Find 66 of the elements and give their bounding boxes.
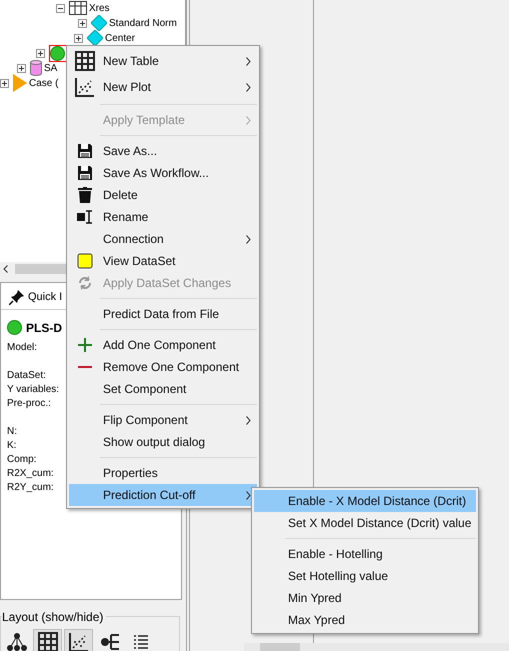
plus-icon bbox=[78, 338, 92, 352]
menu-item[interactable]: New Table bbox=[69, 48, 257, 74]
menu-item[interactable]: New Plot bbox=[69, 74, 257, 100]
network-icon bbox=[6, 632, 26, 651]
expand-icon[interactable] bbox=[17, 64, 26, 72]
list-icon bbox=[134, 635, 148, 649]
menu-item[interactable]: Connection bbox=[69, 228, 257, 250]
tree-node-label[interactable]: Standard Norm bbox=[109, 16, 177, 30]
menu-item[interactable]: Min Ypred bbox=[254, 587, 476, 609]
menu-item[interactable]: Predict Data from File bbox=[69, 303, 257, 325]
tree-node-label[interactable]: Xres bbox=[89, 0, 110, 16]
tree-node-label[interactable]: Center bbox=[105, 30, 136, 46]
diamond-icon bbox=[91, 15, 107, 31]
expand-icon[interactable] bbox=[36, 48, 45, 58]
expand-icon[interactable] bbox=[78, 18, 87, 28]
field-label: R2Y_cum: bbox=[7, 480, 54, 494]
layout-toggle-button[interactable] bbox=[33, 629, 62, 651]
trash-icon bbox=[78, 187, 92, 203]
tree-node-label[interactable]: Case ( bbox=[29, 76, 58, 90]
menu-item[interactable]: Add One Component bbox=[69, 334, 257, 356]
square-icon bbox=[77, 253, 93, 269]
layout-toggle-button[interactable] bbox=[64, 629, 93, 651]
menu-item[interactable]: Enable - X Model Distance (Dcrit) bbox=[254, 490, 476, 512]
triangle-icon bbox=[13, 74, 27, 92]
grid-icon bbox=[75, 51, 95, 71]
field-label: DataSet: bbox=[7, 368, 46, 382]
menu-item[interactable]: View DataSet bbox=[69, 250, 257, 272]
menu-item[interactable]: Set X Model Distance (Dcrit) value bbox=[254, 512, 476, 534]
field-label: Pre-proc.: bbox=[7, 396, 51, 410]
model-name: PLS-D bbox=[26, 320, 62, 336]
menu-item[interactable]: Prediction Cut-off bbox=[69, 484, 257, 506]
circle-icon bbox=[7, 320, 22, 335]
menu-item[interactable]: Rename bbox=[69, 206, 257, 228]
cylinder-icon bbox=[30, 60, 42, 76]
menu-item[interactable]: Set Hotelling value bbox=[254, 565, 476, 587]
menu-item[interactable]: Save As Workflow... bbox=[69, 162, 257, 184]
menu-item[interactable]: Remove One Component bbox=[69, 356, 257, 378]
menu-item[interactable]: Save As... bbox=[69, 140, 257, 162]
tree-node-label[interactable]: SA bbox=[44, 60, 58, 76]
menu-item[interactable]: Properties bbox=[69, 462, 257, 484]
expand-icon[interactable] bbox=[0, 78, 9, 88]
menu-item[interactable]: Show output dialog bbox=[69, 431, 257, 453]
menu-item[interactable]: Max Ypred bbox=[254, 609, 476, 631]
hierarchy-icon bbox=[100, 633, 120, 651]
field-label: Model: bbox=[7, 340, 38, 354]
rename-cursor-icon bbox=[77, 209, 93, 225]
refresh-icon bbox=[77, 275, 93, 291]
field-label: Y variables: bbox=[7, 382, 60, 396]
menu-item[interactable]: Set Component bbox=[69, 378, 257, 400]
expand-icon[interactable] bbox=[74, 34, 83, 42]
grid-icon bbox=[38, 632, 58, 651]
field-label: Comp: bbox=[7, 452, 36, 466]
menu-item[interactable]: Delete bbox=[69, 184, 257, 206]
field-label: R2X_cum: bbox=[7, 466, 54, 480]
scatter-plot-icon bbox=[68, 632, 88, 651]
scatter-plot-icon bbox=[75, 77, 95, 97]
field-label: N: bbox=[7, 424, 17, 438]
pin-icon bbox=[9, 289, 25, 306]
circle-icon bbox=[50, 46, 65, 60]
minus-icon bbox=[78, 365, 92, 369]
horizontal-scrollbar[interactable] bbox=[244, 643, 509, 651]
menu-item[interactable]: Enable - Hotelling bbox=[254, 543, 476, 565]
menu-item[interactable]: Flip Component bbox=[69, 409, 257, 431]
field-label: K: bbox=[7, 438, 16, 452]
collapse-icon[interactable] bbox=[56, 4, 65, 12]
panel-title: Quick I bbox=[28, 290, 62, 305]
